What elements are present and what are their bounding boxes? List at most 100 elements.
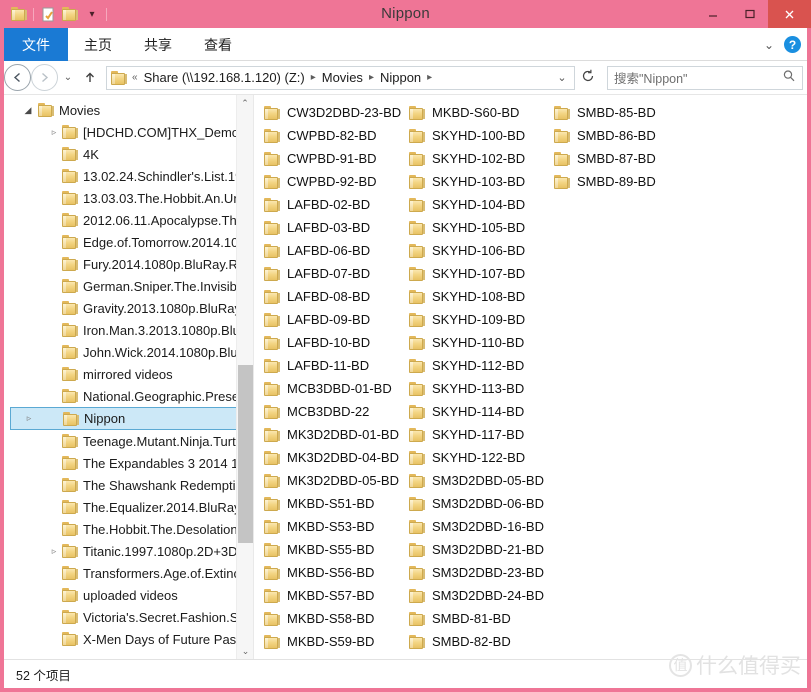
recent-locations-icon[interactable]: ⌄ xyxy=(58,64,78,91)
list-item[interactable]: SKYHD-112-BD xyxy=(409,354,554,377)
list-item[interactable]: SM3D2DBD-21-BD xyxy=(409,538,554,561)
list-item[interactable]: SMBD-81-BD xyxy=(409,607,554,630)
list-item[interactable]: MKBD-S59-BD xyxy=(264,630,409,653)
breadcrumb-separator-2[interactable]: ▸ xyxy=(366,72,377,83)
close-button[interactable] xyxy=(768,0,811,28)
breadcrumb-separator-3[interactable]: ▸ xyxy=(424,72,435,83)
list-item[interactable]: SMBD-86-BD xyxy=(554,124,699,147)
list-item[interactable]: SKYHD-113-BD xyxy=(409,377,554,400)
collapsed-twisty-icon[interactable]: ▹ xyxy=(23,413,35,424)
list-item[interactable]: MKBD-S55-BD xyxy=(264,538,409,561)
list-item[interactable]: SKYHD-105-BD xyxy=(409,216,554,239)
list-item[interactable]: SKYHD-110-BD xyxy=(409,331,554,354)
list-item[interactable]: LAFBD-03-BD xyxy=(264,216,409,239)
breadcrumb-overflow-icon[interactable]: « xyxy=(129,72,141,83)
list-item[interactable]: SKYHD-106-BD xyxy=(409,239,554,262)
list-item[interactable]: SMBD-89-BD xyxy=(554,170,699,193)
list-item[interactable]: MKBD-S53-BD xyxy=(264,515,409,538)
list-item[interactable]: MKBD-S51-BD xyxy=(264,492,409,515)
list-item[interactable]: MKBD-S56-BD xyxy=(264,561,409,584)
tab-file[interactable]: 文件 xyxy=(4,28,68,61)
list-item[interactable]: MCB3DBD-01-BD xyxy=(264,377,409,400)
list-item[interactable]: SKYHD-108-BD xyxy=(409,285,554,308)
back-button[interactable] xyxy=(4,64,31,91)
list-item[interactable]: MK3D2DBD-01-BD xyxy=(264,423,409,446)
list-item[interactable]: SM3D2DBD-24-BD xyxy=(409,584,554,607)
tree-item[interactable]: 13.02.24.Schindler's.List.199 xyxy=(4,165,253,187)
tree-item[interactable]: Iron.Man.3.2013.1080p.BluF xyxy=(4,319,253,341)
tree-item[interactable]: The.Hobbit.The.Desolation.( xyxy=(4,518,253,540)
tree-item[interactable]: Victoria's.Secret.Fashion.Sh xyxy=(4,606,253,628)
expanded-twisty-icon[interactable]: ◢ xyxy=(22,105,34,116)
refresh-button[interactable] xyxy=(575,69,601,86)
tree-item[interactable]: 2012.06.11.Apocalypse.The. xyxy=(4,209,253,231)
collapse-ribbon-icon[interactable]: ⌄ xyxy=(764,38,774,52)
list-item[interactable]: SKYHD-102-BD xyxy=(409,147,554,170)
list-item[interactable]: SM3D2DBD-16-BD xyxy=(409,515,554,538)
list-item[interactable]: LAFBD-11-BD xyxy=(264,354,409,377)
list-item[interactable]: SKYHD-109-BD xyxy=(409,308,554,331)
minimize-button[interactable] xyxy=(694,0,731,28)
up-button[interactable] xyxy=(78,64,102,91)
tree-item[interactable]: The Shawshank Redemption xyxy=(4,474,253,496)
tree-item[interactable]: uploaded videos xyxy=(4,584,253,606)
list-item[interactable]: SKYHD-103-BD xyxy=(409,170,554,193)
tree-item[interactable]: Gravity.2013.1080p.BluRay.F xyxy=(4,297,253,319)
tree-item[interactable]: John.Wick.2014.1080p.BluR. xyxy=(4,341,253,363)
list-item[interactable]: SMBD-85-BD xyxy=(554,101,699,124)
breadcrumb-dropdown-icon[interactable]: ⌄ xyxy=(552,71,572,84)
breadcrumb-item-share[interactable]: Share (\\192.168.1.120) (Z:) xyxy=(141,70,308,85)
file-list[interactable]: CW3D2DBD-23-BD CWPBD-82-BD CWPBD-91-BD CWPB… xyxy=(254,95,807,660)
list-item[interactable]: LAFBD-09-BD xyxy=(264,308,409,331)
collapsed-twisty-icon[interactable]: ▹ xyxy=(48,127,60,138)
list-item[interactable]: LAFBD-02-BD xyxy=(264,193,409,216)
list-item[interactable]: LAFBD-08-BD xyxy=(264,285,409,308)
tree-item[interactable]: 4K xyxy=(4,143,253,165)
list-item[interactable]: SM3D2DBD-23-BD xyxy=(409,561,554,584)
tab-home[interactable]: 主页 xyxy=(68,28,128,61)
list-item[interactable]: LAFBD-07-BD xyxy=(264,262,409,285)
tree-item[interactable]: Transformers.Age.of.Extinct xyxy=(4,562,253,584)
tree-item[interactable]: 13.03.03.The.Hobbit.An.Une xyxy=(4,187,253,209)
help-icon[interactable]: ? xyxy=(784,36,801,53)
tree-item[interactable]: National.Geographic.Preser xyxy=(4,385,253,407)
list-item[interactable]: SKYHD-107-BD xyxy=(409,262,554,285)
navpane-scrollbar[interactable]: ⌃ ⌄ xyxy=(236,95,253,660)
scroll-up-arrow[interactable]: ⌃ xyxy=(237,95,253,112)
list-item[interactable]: MKBD-S57-BD xyxy=(264,584,409,607)
tree-item[interactable]: Fury.2014.1080p.BluRay.REM xyxy=(4,253,253,275)
tree-item[interactable]: The.Equalizer.2014.BluRay.1 xyxy=(4,496,253,518)
list-item[interactable]: SMBD-82-BD xyxy=(409,630,554,653)
list-item[interactable]: CWPBD-92-BD xyxy=(264,170,409,193)
list-item[interactable]: MK3D2DBD-04-BD xyxy=(264,446,409,469)
search-input[interactable]: 搜索"Nippon" xyxy=(614,68,782,87)
list-item[interactable]: SKYHD-114-BD xyxy=(409,400,554,423)
tree-item[interactable]: ◢ Movies xyxy=(4,99,253,121)
tab-view[interactable]: 查看 xyxy=(188,28,248,61)
list-item[interactable]: SM3D2DBD-05-BD xyxy=(409,469,554,492)
list-item[interactable]: MKBD-S60-BD xyxy=(409,101,554,124)
scrollbar-thumb[interactable] xyxy=(238,365,253,543)
breadcrumb-item-nippon[interactable]: Nippon xyxy=(377,70,424,85)
list-item[interactable]: CW3D2DBD-23-BD xyxy=(264,101,409,124)
list-item[interactable]: MCB3DBD-22 xyxy=(264,400,409,423)
list-item[interactable]: CWPBD-91-BD xyxy=(264,147,409,170)
tree-item[interactable]: mirrored videos xyxy=(4,363,253,385)
list-item[interactable]: LAFBD-10-BD xyxy=(264,331,409,354)
scroll-down-arrow[interactable]: ⌄ xyxy=(237,643,253,660)
tree-item[interactable]: Edge.of.Tomorrow.2014.108 xyxy=(4,231,253,253)
list-item[interactable]: LAFBD-06-BD xyxy=(264,239,409,262)
tab-share[interactable]: 共享 xyxy=(128,28,188,61)
breadcrumb-item-movies[interactable]: Movies xyxy=(319,70,366,85)
list-item[interactable]: SKYHD-122-BD xyxy=(409,446,554,469)
list-item[interactable]: SKYHD-100-BD xyxy=(409,124,554,147)
tree-item[interactable]: Teenage.Mutant.Ninja.Turtle xyxy=(4,430,253,452)
list-item[interactable]: MK3D2DBD-05-BD xyxy=(264,469,409,492)
tree-item[interactable]: ▹ [HDCHD.COM]THX_Demo_D xyxy=(4,121,253,143)
list-item[interactable]: SM3D2DBD-06-BD xyxy=(409,492,554,515)
breadcrumb-separator-1[interactable]: ▸ xyxy=(308,72,319,83)
forward-button[interactable] xyxy=(31,64,58,91)
search-icon[interactable] xyxy=(782,69,796,86)
tree-item[interactable]: ▹ Titanic.1997.1080p.2D+3D.E xyxy=(4,540,253,562)
list-item[interactable]: SMBD-87-BD xyxy=(554,147,699,170)
